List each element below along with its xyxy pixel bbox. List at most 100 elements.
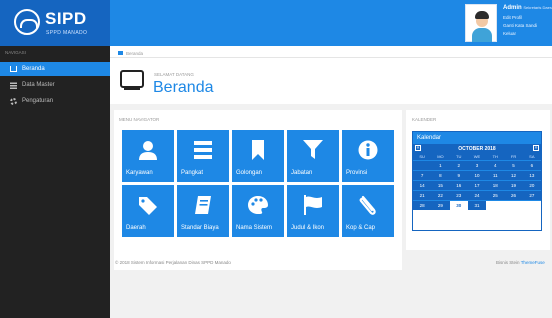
- calendar-day[interactable]: 1: [431, 160, 450, 170]
- calendar-day[interactable]: 5: [504, 160, 523, 170]
- calendar-day[interactable]: 17: [467, 180, 487, 190]
- calendar-day[interactable]: 19: [504, 180, 523, 190]
- panel-title: KALENDER: [412, 117, 437, 122]
- calendar-day[interactable]: 15: [431, 180, 450, 190]
- tile-daerah[interactable]: Daerah: [122, 185, 174, 237]
- tile-nama-sistem[interactable]: Nama Sistem: [232, 185, 284, 237]
- calendar-weekday: WE: [467, 153, 487, 160]
- calendar-day[interactable]: 25: [486, 190, 505, 200]
- calendar-day[interactable]: 13: [522, 170, 541, 180]
- tile-label: Pangkat: [181, 170, 204, 176]
- page-header: SELAMAT DATANG Beranda: [110, 58, 552, 104]
- tile-pangkat[interactable]: Pangkat: [177, 130, 229, 182]
- calendar-weekday: TH: [486, 153, 505, 160]
- calendar-day[interactable]: 29: [431, 200, 450, 210]
- calendar-day[interactable]: 24: [467, 190, 487, 200]
- footer-credit: Bisnis Stein ThemeFuse: [496, 260, 545, 265]
- tile-label: Kop & Cap: [346, 225, 376, 231]
- list-icon: [10, 81, 17, 89]
- footer-copyright: © 2018 Sistem Informasi Perjalanan Dinas…: [115, 260, 231, 265]
- tile-golongan[interactable]: Golongan: [232, 130, 284, 182]
- calendar-day[interactable]: 8: [431, 170, 450, 180]
- user-profile[interactable]: Admin Sekretaris Daerah Edit Profil Gant…: [465, 4, 552, 44]
- calendar-day[interactable]: 7: [413, 170, 432, 180]
- sidebar-item-label: Beranda: [22, 66, 45, 72]
- tile-label: Standar Biaya: [181, 225, 219, 231]
- calendar-day[interactable]: 23: [449, 190, 468, 200]
- sidebar: NAVIGASI Beranda Data Master Pengaturan: [0, 46, 110, 318]
- tile-label: Jabatan: [291, 170, 313, 176]
- info-icon: [357, 140, 379, 160]
- filter-icon: [302, 140, 324, 160]
- tile-provinsi[interactable]: Provinsi: [342, 130, 394, 182]
- tile-label: Golongan: [236, 170, 263, 176]
- calendar-day[interactable]: 11: [486, 170, 505, 180]
- sidebar-item-data-master[interactable]: Data Master: [0, 78, 110, 92]
- edit-profile-link[interactable]: Edit Profil: [503, 15, 522, 20]
- page-subtitle: SELAMAT DATANG: [154, 72, 194, 77]
- calendar-day[interactable]: 26: [504, 190, 523, 200]
- calendar-grid: SU MO TU WE TH FR SA 1 2 3 4 5 6 7 8 9 10 11 12 13 14 15 16 17 1…: [413, 153, 541, 210]
- palette-icon: [247, 195, 269, 215]
- calendar-day[interactable]: 20: [522, 180, 541, 190]
- home-icon: [10, 66, 17, 72]
- calendar-day[interactable]: 12: [504, 170, 523, 180]
- next-month-button[interactable]: »: [533, 145, 539, 151]
- app-title: SIPD: [45, 9, 87, 28]
- bookmark-icon: [247, 140, 269, 160]
- calendar-day[interactable]: 4: [486, 160, 505, 170]
- calendar-day[interactable]: 28: [413, 200, 432, 210]
- change-password-link[interactable]: Ganti Kata Sandi: [503, 23, 537, 28]
- sidebar-header: NAVIGASI: [5, 50, 26, 55]
- calendar-day[interactable]: 21: [413, 190, 432, 200]
- tile-standar-biaya[interactable]: Standar Biaya: [177, 185, 229, 237]
- calendar-day: [522, 200, 541, 210]
- calendar-weekday: MO: [431, 153, 450, 160]
- tile-jabatan[interactable]: Jabatan: [287, 130, 339, 182]
- calendar-day[interactable]: 31: [467, 200, 487, 210]
- sidebar-item-label: Data Master: [22, 82, 55, 88]
- sidebar-item-beranda[interactable]: Beranda: [0, 62, 110, 76]
- tile-label: Judul & Ikon: [291, 225, 325, 231]
- sidebar-item-pengaturan[interactable]: Pengaturan: [0, 94, 110, 108]
- avatar[interactable]: [465, 4, 497, 42]
- tile-label: Provinsi: [346, 170, 368, 176]
- calendar-weekday: TU: [449, 153, 468, 160]
- gear-icon: [10, 97, 17, 105]
- calendar-day: [504, 200, 523, 210]
- calendar-day[interactable]: 14: [413, 180, 432, 190]
- tile-karyawan[interactable]: Karyawan: [122, 130, 174, 182]
- breadcrumb-item[interactable]: Beranda: [126, 51, 143, 56]
- calendar-day[interactable]: 6: [522, 160, 541, 170]
- calendar-day[interactable]: 2: [449, 160, 468, 170]
- home-icon[interactable]: [118, 51, 123, 55]
- calendar-day[interactable]: 22: [431, 190, 450, 200]
- calendar-header: Kalendar: [413, 132, 541, 144]
- top-header: SIPD SPPD MANADO Admin Sekretaris Daerah…: [0, 0, 552, 46]
- menu-tiles: Karyawan Pangkat Golongan Jabatan Provin…: [122, 130, 394, 237]
- page-title: Beranda: [153, 79, 214, 96]
- logo-icon: [14, 9, 40, 35]
- calendar-month: OCTOBER 2018: [458, 146, 496, 152]
- app-logo[interactable]: SIPD SPPD MANADO: [0, 0, 110, 46]
- calendar-day[interactable]: 18: [486, 180, 505, 190]
- calendar-day[interactable]: 3: [467, 160, 487, 170]
- calendar-day: [486, 200, 505, 210]
- paperclip-icon: [357, 195, 379, 215]
- footer-link[interactable]: ThemeFuse: [521, 260, 545, 265]
- calendar-day[interactable]: 10: [467, 170, 487, 180]
- calendar-weekday: SU: [413, 153, 432, 160]
- calendar-widget: Kalendar « OCTOBER 2018 » SU MO TU WE TH FR SA…: [412, 131, 542, 231]
- book-icon: [192, 195, 214, 215]
- tile-label: Karyawan: [126, 170, 153, 176]
- user-name: Admin Sekretaris Daerah: [503, 5, 552, 11]
- calendar-day[interactable]: 27: [522, 190, 541, 200]
- panel-title: MENU NAVIGATOR: [119, 117, 160, 122]
- tile-judul-ikon[interactable]: Judul & Ikon: [287, 185, 339, 237]
- tile-kop-cap[interactable]: Kop & Cap: [342, 185, 394, 237]
- calendar-day[interactable]: 9: [449, 170, 468, 180]
- logout-link[interactable]: Keluar: [503, 31, 516, 36]
- calendar-day[interactable]: 16: [449, 180, 468, 190]
- tile-label: Daerah: [126, 225, 146, 231]
- calendar-day-today[interactable]: 30: [449, 200, 468, 210]
